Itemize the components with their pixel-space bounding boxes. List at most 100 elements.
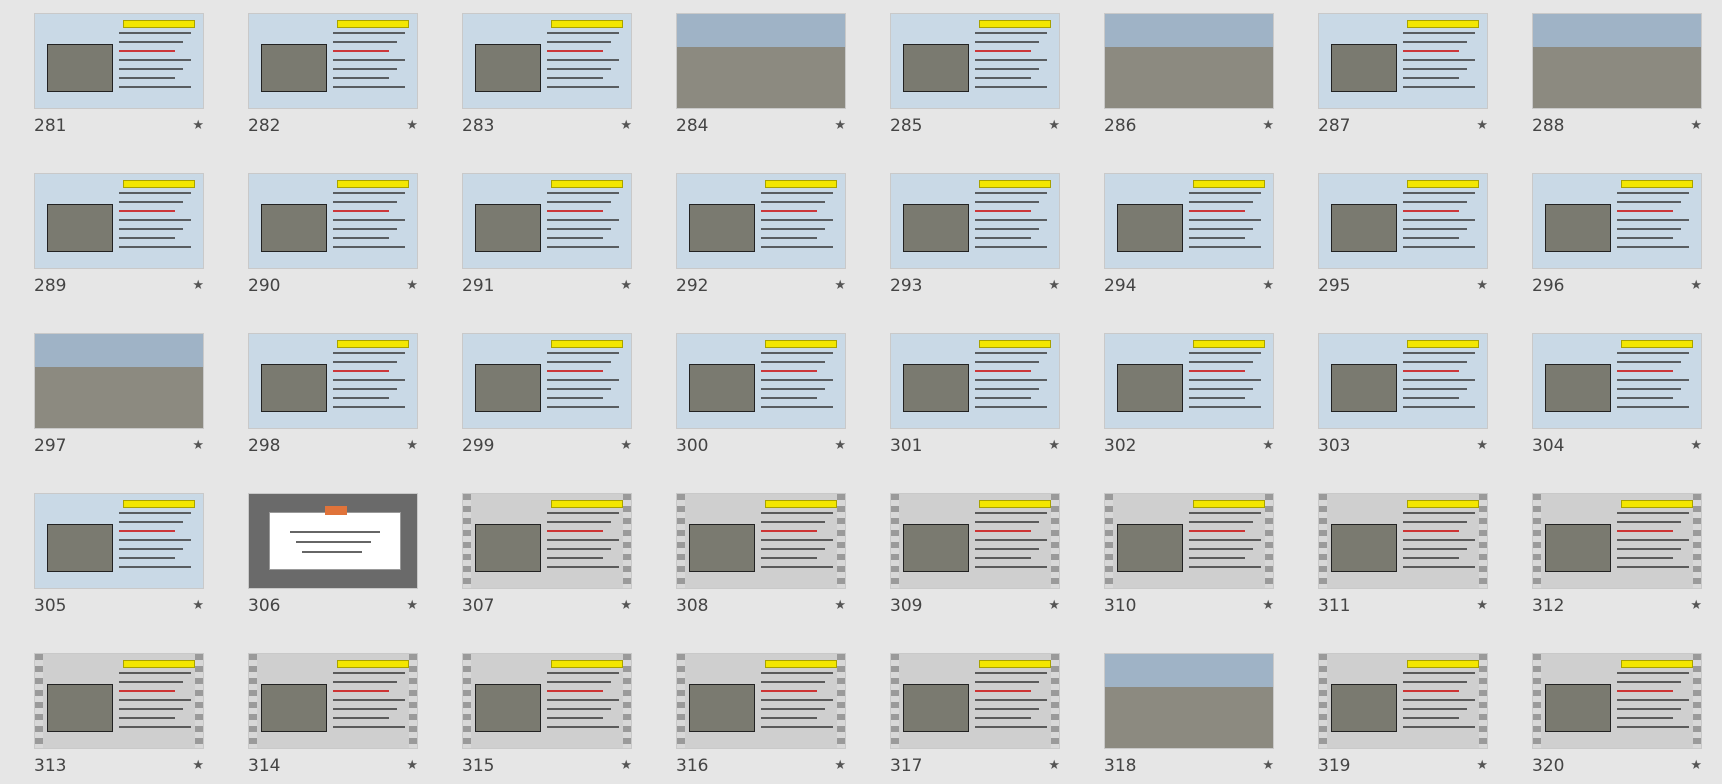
star-icon[interactable]: ★ — [620, 438, 632, 453]
slide-preview[interactable] — [676, 493, 846, 589]
slide-thumbnail-item[interactable]: 295 ★ — [1318, 173, 1488, 296]
slide-preview[interactable] — [1532, 173, 1702, 269]
star-icon[interactable]: ★ — [192, 438, 204, 453]
star-icon[interactable]: ★ — [406, 438, 418, 453]
slide-preview[interactable] — [890, 173, 1060, 269]
star-icon[interactable]: ★ — [1476, 118, 1488, 133]
slide-preview[interactable] — [676, 333, 846, 429]
star-icon[interactable]: ★ — [1262, 118, 1274, 133]
star-icon[interactable]: ★ — [1262, 598, 1274, 613]
slide-preview[interactable] — [34, 653, 204, 749]
slide-preview[interactable] — [1318, 333, 1488, 429]
slide-preview[interactable] — [1318, 493, 1488, 589]
slide-preview[interactable] — [248, 493, 418, 589]
star-icon[interactable]: ★ — [1690, 438, 1702, 453]
slide-thumbnail-item[interactable]: 285 ★ — [890, 13, 1060, 136]
slide-preview[interactable] — [1532, 13, 1702, 109]
star-icon[interactable]: ★ — [1048, 118, 1060, 133]
star-icon[interactable]: ★ — [1690, 598, 1702, 613]
star-icon[interactable]: ★ — [1690, 118, 1702, 133]
star-icon[interactable]: ★ — [1690, 758, 1702, 773]
slide-preview[interactable] — [1104, 493, 1274, 589]
star-icon[interactable]: ★ — [834, 278, 846, 293]
slide-preview[interactable] — [462, 13, 632, 109]
slide-thumbnail-item[interactable]: 300 ★ — [676, 333, 846, 456]
slide-preview[interactable] — [890, 493, 1060, 589]
slide-preview[interactable] — [34, 333, 204, 429]
star-icon[interactable]: ★ — [1690, 278, 1702, 293]
slide-thumbnail-item[interactable]: 317 ★ — [890, 653, 1060, 776]
slide-thumbnail-item[interactable]: 316 ★ — [676, 653, 846, 776]
slide-preview[interactable] — [1104, 173, 1274, 269]
slide-thumbnail-item[interactable]: 286 ★ — [1104, 13, 1274, 136]
star-icon[interactable]: ★ — [1262, 758, 1274, 773]
star-icon[interactable]: ★ — [192, 118, 204, 133]
star-icon[interactable]: ★ — [192, 758, 204, 773]
slide-thumbnail-item[interactable]: 301 ★ — [890, 333, 1060, 456]
slide-thumbnail-item[interactable]: 312 ★ — [1532, 493, 1702, 616]
star-icon[interactable]: ★ — [1262, 278, 1274, 293]
slide-thumbnail-item[interactable]: 310 ★ — [1104, 493, 1274, 616]
star-icon[interactable]: ★ — [406, 598, 418, 613]
slide-preview[interactable] — [248, 653, 418, 749]
star-icon[interactable]: ★ — [620, 598, 632, 613]
star-icon[interactable]: ★ — [834, 118, 846, 133]
slide-preview[interactable] — [34, 173, 204, 269]
star-icon[interactable]: ★ — [1048, 438, 1060, 453]
slide-preview[interactable] — [676, 653, 846, 749]
slide-thumbnail-item[interactable]: 298 ★ — [248, 333, 418, 456]
slide-preview[interactable] — [1532, 653, 1702, 749]
star-icon[interactable]: ★ — [1476, 438, 1488, 453]
slide-thumbnail-item[interactable]: 302 ★ — [1104, 333, 1274, 456]
slide-preview[interactable] — [462, 653, 632, 749]
slide-preview[interactable] — [676, 173, 846, 269]
slide-preview[interactable] — [1104, 13, 1274, 109]
slide-thumbnail-item[interactable]: 281 ★ — [34, 13, 204, 136]
star-icon[interactable]: ★ — [1262, 438, 1274, 453]
slide-thumbnail-item[interactable]: 311 ★ — [1318, 493, 1488, 616]
slide-thumbnail-item[interactable]: 314 ★ — [248, 653, 418, 776]
slide-preview[interactable] — [248, 333, 418, 429]
slide-thumbnail-item[interactable]: 293 ★ — [890, 173, 1060, 296]
slide-thumbnail-item[interactable]: 287 ★ — [1318, 13, 1488, 136]
slide-thumbnail-item[interactable]: 304 ★ — [1532, 333, 1702, 456]
slide-preview[interactable] — [1532, 493, 1702, 589]
slide-preview[interactable] — [890, 13, 1060, 109]
slide-preview[interactable] — [676, 13, 846, 109]
star-icon[interactable]: ★ — [1476, 598, 1488, 613]
star-icon[interactable]: ★ — [1048, 278, 1060, 293]
star-icon[interactable]: ★ — [192, 598, 204, 613]
slide-preview[interactable] — [462, 493, 632, 589]
slide-thumbnail-item[interactable]: 282 ★ — [248, 13, 418, 136]
slide-thumbnail-item[interactable]: 308 ★ — [676, 493, 846, 616]
star-icon[interactable]: ★ — [834, 598, 846, 613]
star-icon[interactable]: ★ — [620, 758, 632, 773]
slide-preview[interactable] — [1104, 653, 1274, 749]
slide-preview[interactable] — [248, 13, 418, 109]
slide-thumbnail-item[interactable]: 291 ★ — [462, 173, 632, 296]
slide-preview[interactable] — [248, 173, 418, 269]
slide-thumbnail-item[interactable]: 283 ★ — [462, 13, 632, 136]
star-icon[interactable]: ★ — [834, 758, 846, 773]
slide-preview[interactable] — [1318, 173, 1488, 269]
slide-thumbnail-item[interactable]: 290 ★ — [248, 173, 418, 296]
slide-thumbnail-item[interactable]: 320 ★ — [1532, 653, 1702, 776]
slide-preview[interactable] — [1318, 653, 1488, 749]
slide-thumbnail-item[interactable]: 289 ★ — [34, 173, 204, 296]
star-icon[interactable]: ★ — [1048, 758, 1060, 773]
slide-preview[interactable] — [890, 653, 1060, 749]
slide-thumbnail-item[interactable]: 294 ★ — [1104, 173, 1274, 296]
slide-thumbnail-item[interactable]: 292 ★ — [676, 173, 846, 296]
slide-thumbnail-item[interactable]: 319 ★ — [1318, 653, 1488, 776]
slide-thumbnail-item[interactable]: 305 ★ — [34, 493, 204, 616]
star-icon[interactable]: ★ — [406, 278, 418, 293]
star-icon[interactable]: ★ — [1476, 758, 1488, 773]
slide-preview[interactable] — [890, 333, 1060, 429]
slide-preview[interactable] — [1532, 333, 1702, 429]
star-icon[interactable]: ★ — [1048, 598, 1060, 613]
slide-preview[interactable] — [34, 493, 204, 589]
slide-thumbnail-item[interactable]: 299 ★ — [462, 333, 632, 456]
slide-thumbnail-item[interactable]: 297 ★ — [34, 333, 204, 456]
slide-thumbnail-item[interactable]: 315 ★ — [462, 653, 632, 776]
slide-thumbnail-item[interactable]: 307 ★ — [462, 493, 632, 616]
